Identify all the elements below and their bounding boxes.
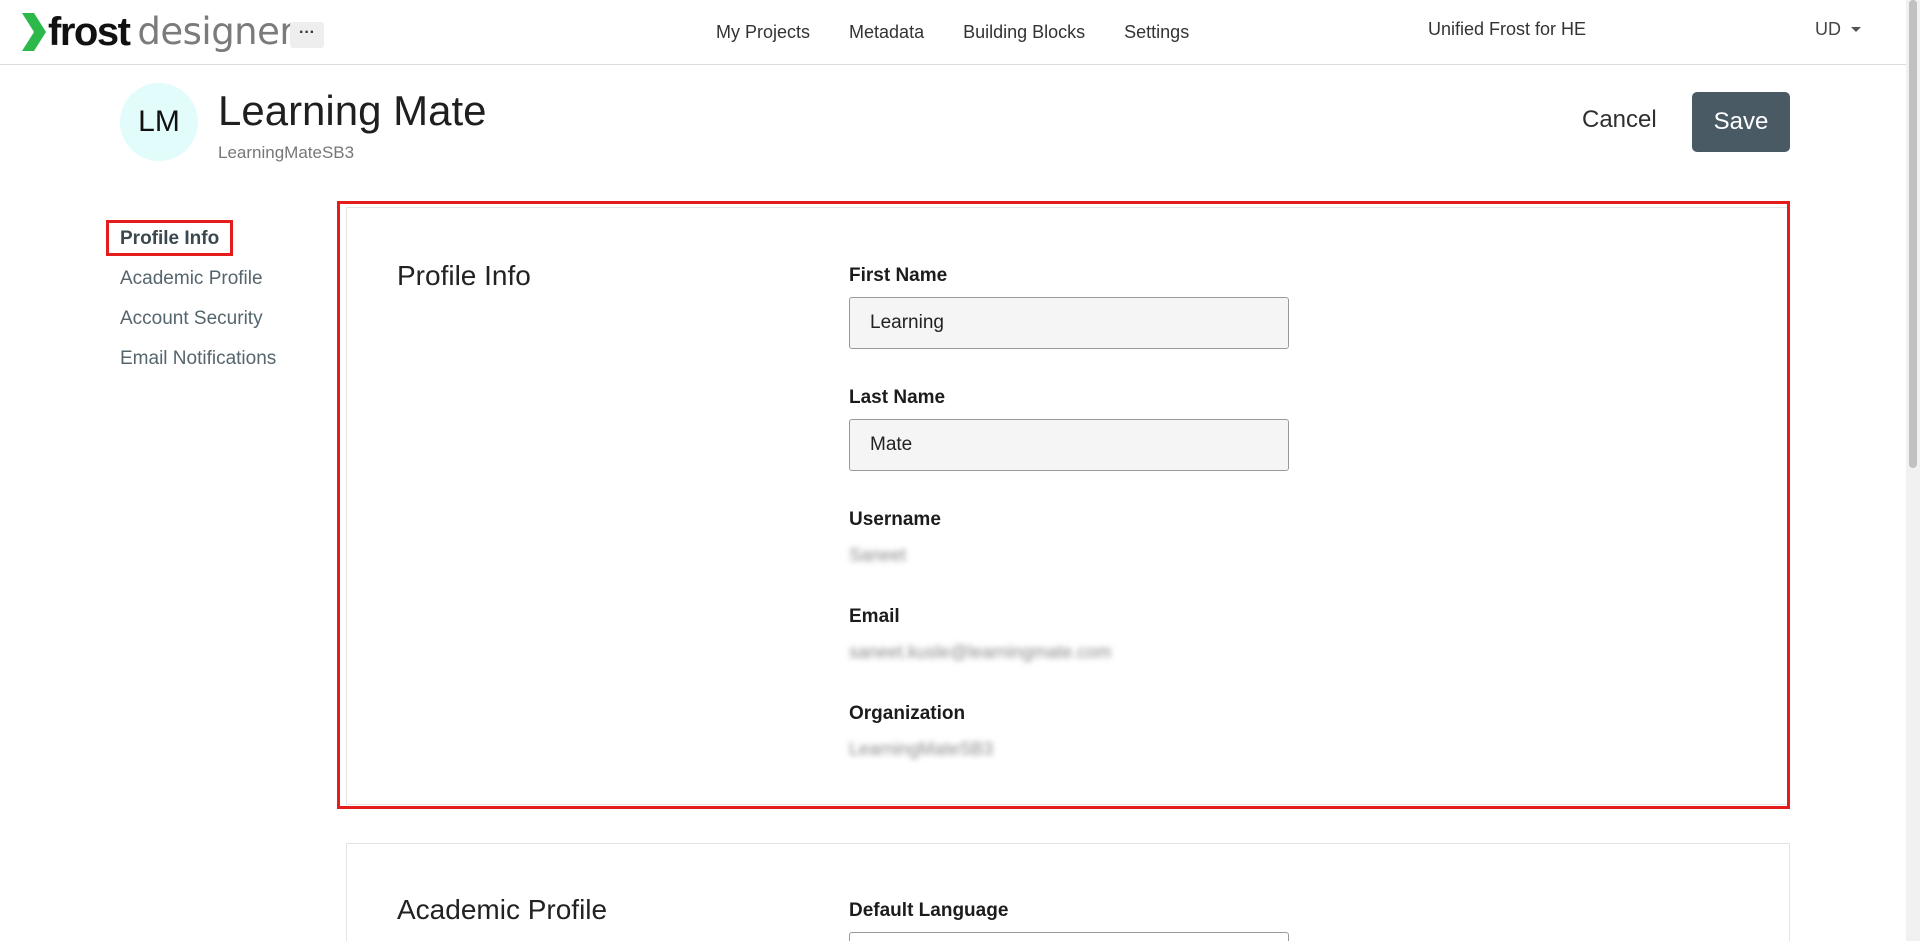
logo-designer-text: designer bbox=[137, 10, 295, 53]
default-language-select[interactable] bbox=[849, 932, 1289, 941]
cancel-button[interactable]: Cancel bbox=[1582, 106, 1657, 134]
organization-name[interactable]: Unified Frost for HE bbox=[1428, 19, 1586, 40]
frost-designer-logo[interactable]: frost designer bbox=[22, 10, 295, 54]
side-nav-email-notifications[interactable]: Email Notifications bbox=[120, 345, 276, 385]
nav-my-projects[interactable]: My Projects bbox=[716, 22, 810, 43]
nav-settings[interactable]: Settings bbox=[1124, 22, 1189, 43]
default-language-label: Default Language bbox=[849, 900, 1009, 921]
scrollbar-thumb[interactable] bbox=[1909, 0, 1917, 468]
more-options-button[interactable]: ··· bbox=[290, 22, 324, 48]
top-bar: frost designer ··· My Projects Metadata … bbox=[0, 0, 1906, 65]
save-button[interactable]: Save bbox=[1692, 92, 1790, 152]
side-nav-academic-profile[interactable]: Academic Profile bbox=[120, 265, 276, 305]
username-label: Username bbox=[849, 509, 941, 530]
main-nav: My Projects Metadata Building Blocks Set… bbox=[716, 0, 1189, 65]
first-name-input[interactable] bbox=[849, 297, 1289, 349]
avatar: LM bbox=[120, 83, 198, 161]
last-name-input[interactable] bbox=[849, 419, 1289, 471]
side-nav-profile-info[interactable]: Profile Info bbox=[120, 225, 276, 265]
user-initials: UD bbox=[1815, 19, 1841, 39]
academic-profile-title: Academic Profile bbox=[397, 894, 608, 925]
nav-building-blocks[interactable]: Building Blocks bbox=[963, 22, 1085, 43]
profile-info-title: Profile Info bbox=[397, 260, 531, 291]
email-label: Email bbox=[849, 606, 900, 627]
email-value: saneet.kusle@learningmate.com bbox=[849, 642, 1112, 662]
page-title: Learning Mate bbox=[218, 87, 487, 134]
organization-label: Organization bbox=[849, 703, 966, 724]
profile-info-card: Profile Info First Name Last Name Userna… bbox=[346, 207, 1790, 805]
username-value: Saneet bbox=[849, 545, 907, 565]
page-subtitle: LearningMateSB3 bbox=[218, 143, 355, 162]
nav-metadata[interactable]: Metadata bbox=[849, 22, 924, 43]
logo-frost-text: frost bbox=[48, 10, 131, 54]
first-name-label: First Name bbox=[849, 265, 948, 286]
settings-side-nav: Profile Info Academic Profile Account Se… bbox=[120, 225, 276, 385]
frost-chevron-icon bbox=[22, 13, 46, 51]
side-nav-account-security[interactable]: Account Security bbox=[120, 305, 276, 345]
academic-profile-card: Academic Profile Default Language bbox=[346, 843, 1790, 941]
last-name-label: Last Name bbox=[849, 387, 946, 408]
organization-value: LearningMateSB3 bbox=[849, 739, 994, 759]
user-menu[interactable]: UD bbox=[1815, 19, 1861, 40]
caret-down-icon bbox=[1851, 27, 1861, 32]
